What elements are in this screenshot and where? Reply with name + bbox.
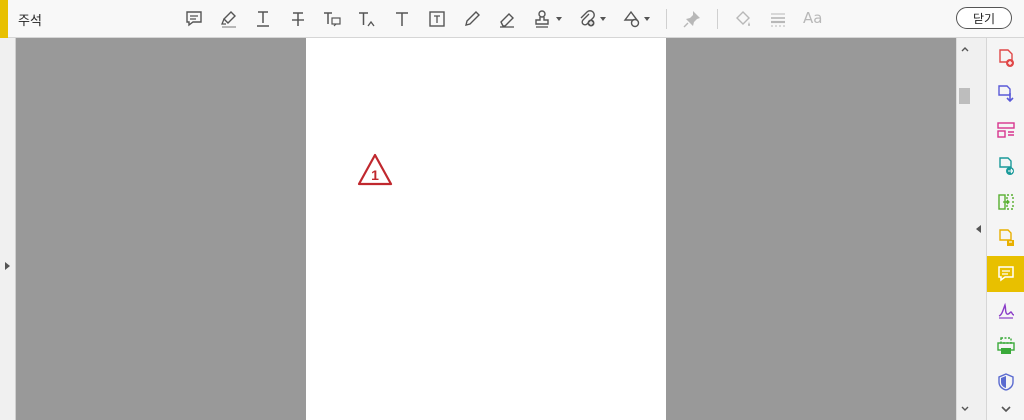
stamp-dropdown-caret[interactable] bbox=[556, 17, 562, 21]
underline-text-icon[interactable] bbox=[251, 7, 275, 31]
tools-pane bbox=[986, 38, 1024, 420]
attach-file-icon[interactable] bbox=[575, 7, 599, 31]
pin-icon[interactable] bbox=[680, 7, 704, 31]
insert-text-icon[interactable] bbox=[355, 7, 379, 31]
toolbar-title: 주석 bbox=[18, 14, 42, 29]
comment-marker[interactable]: 1 bbox=[357, 152, 393, 188]
protect-icon bbox=[998, 373, 1014, 391]
compress-pdf-tool[interactable] bbox=[987, 184, 1024, 220]
organize-pages-tool[interactable] bbox=[987, 112, 1024, 148]
vertical-scrollbar[interactable] bbox=[956, 38, 972, 420]
shapes-dropdown-caret[interactable] bbox=[644, 17, 650, 21]
font-size-button[interactable]: Aa bbox=[803, 9, 822, 27]
eraser-icon[interactable] bbox=[495, 7, 519, 31]
scroll-down-icon[interactable] bbox=[960, 404, 970, 414]
export-pdf-tool[interactable] bbox=[987, 76, 1024, 112]
shapes-icon[interactable] bbox=[620, 7, 644, 31]
share-pdf-icon bbox=[999, 157, 1014, 175]
fill-color-icon[interactable] bbox=[731, 7, 755, 31]
export-pdf-icon bbox=[998, 85, 1014, 103]
text-field-icon[interactable] bbox=[425, 7, 449, 31]
edit-pdf-icon bbox=[999, 229, 1014, 246]
collapse-right-panel-arrow-icon[interactable] bbox=[976, 225, 981, 233]
comment-icon bbox=[998, 266, 1014, 282]
protect-tool[interactable] bbox=[987, 364, 1024, 400]
right-panel-toggle-strip bbox=[972, 38, 986, 420]
print-production-icon bbox=[997, 337, 1015, 354]
left-panel-strip bbox=[0, 38, 16, 420]
replace-text-icon[interactable] bbox=[320, 7, 344, 31]
highlight-icon[interactable] bbox=[217, 7, 241, 31]
scrollbar-thumb[interactable] bbox=[959, 88, 970, 104]
toolbar-separator bbox=[717, 9, 718, 29]
strikethrough-text-icon[interactable] bbox=[286, 7, 310, 31]
stamp-icon[interactable] bbox=[530, 7, 554, 31]
create-pdf-icon bbox=[999, 49, 1014, 67]
comment-marker-number: 1 bbox=[371, 167, 379, 183]
more-tools-chevron-icon[interactable] bbox=[1000, 404, 1012, 414]
warning-triangle-icon: 1 bbox=[357, 153, 393, 186]
sticky-note-icon[interactable] bbox=[182, 7, 206, 31]
text-box-icon[interactable] bbox=[390, 7, 414, 31]
toolbar-accent bbox=[0, 0, 8, 38]
line-style-icon[interactable] bbox=[766, 7, 790, 31]
share-pdf-tool[interactable] bbox=[987, 148, 1024, 184]
expand-left-panel-arrow-icon[interactable] bbox=[5, 262, 10, 270]
compress-pdf-icon bbox=[998, 194, 1014, 210]
organize-pages-icon bbox=[997, 122, 1015, 138]
create-pdf-tool[interactable] bbox=[987, 40, 1024, 76]
scroll-up-icon[interactable] bbox=[960, 44, 970, 54]
toolbar-separator bbox=[666, 9, 667, 29]
document-page[interactable]: 1 bbox=[306, 38, 666, 420]
attach-dropdown-caret[interactable] bbox=[600, 17, 606, 21]
fill-sign-tool[interactable] bbox=[987, 292, 1024, 328]
document-canvas[interactable]: 1 bbox=[16, 38, 956, 420]
print-production-tool[interactable] bbox=[987, 328, 1024, 364]
pencil-icon[interactable] bbox=[460, 7, 484, 31]
comment-toolbar: 주석 Aa 닫기 bbox=[0, 0, 1024, 38]
comment-tool[interactable] bbox=[987, 256, 1024, 292]
edit-pdf-tool[interactable] bbox=[987, 220, 1024, 256]
fill-sign-icon bbox=[998, 302, 1015, 319]
close-button[interactable]: 닫기 bbox=[956, 7, 1012, 29]
